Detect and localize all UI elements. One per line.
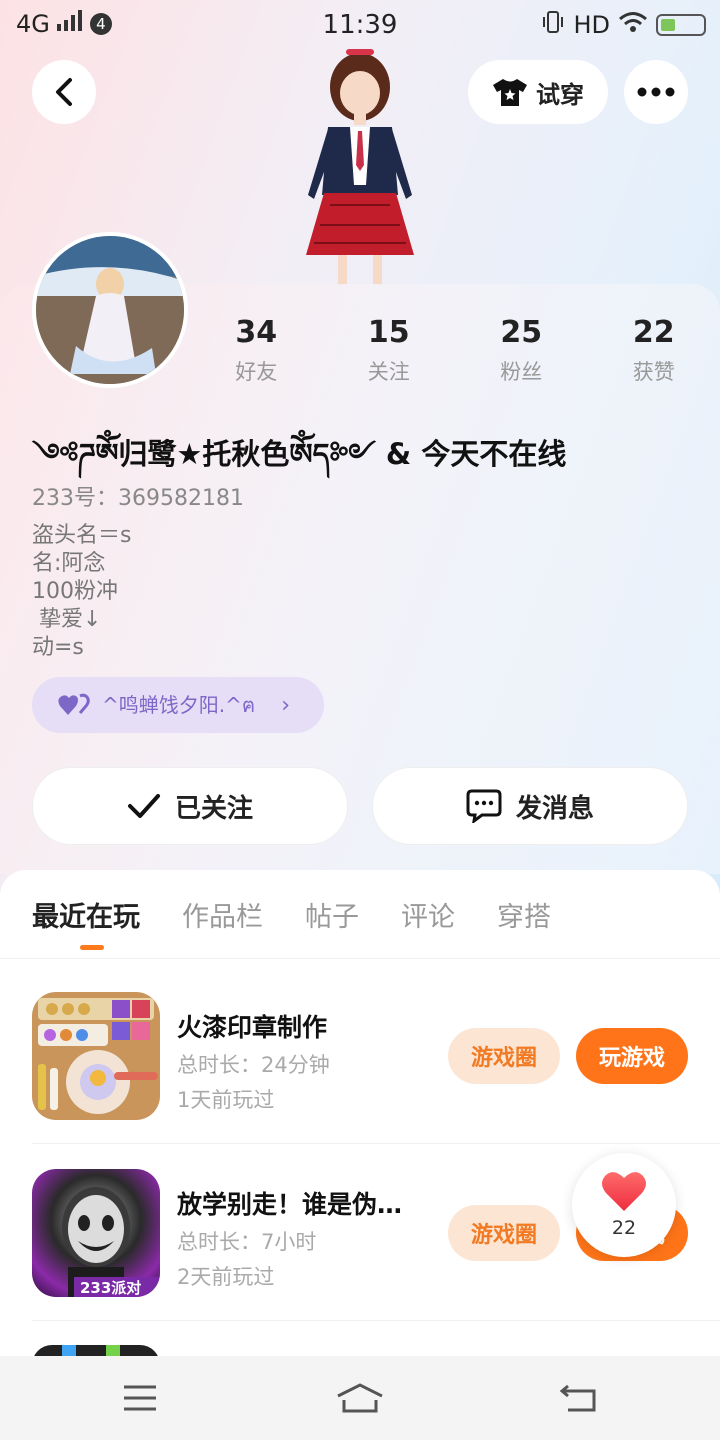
system-nav-bar [0,1356,720,1440]
tab-works[interactable]: 作品栏 [182,895,263,934]
stat-label: 关注 [367,360,410,384]
avatar[interactable] [32,232,188,388]
tabs-divider [0,958,720,959]
bio-line: 名:阿念 [32,551,106,576]
play-game-button[interactable]: 玩游戏 [576,1028,688,1084]
chat-bubble-icon [466,789,502,823]
wifi-icon [618,11,648,39]
home-icon [337,1383,383,1413]
try-on-label: 试穿 [536,80,584,109]
back-button[interactable] [32,60,96,124]
stat-label: 粉丝 [500,360,543,384]
message-label: 发消息 [515,793,594,824]
profile-uid: 233号：369582181 [32,486,244,511]
status-bar: 4G 4 11:39 HD [0,0,720,50]
stat-likes[interactable]: 22 获赞 [588,315,720,395]
game-last-played: 1天前玩过 [177,1088,275,1112]
follow-label: 已关注 [174,793,253,824]
game-circle-button[interactable]: 游戏圈 [448,1028,560,1084]
tab-posts[interactable]: 帖子 [305,895,359,934]
game-icon[interactable] [32,992,160,1120]
game-list-item[interactable]: 火漆印章制作 总时长：24分钟 1天前玩过 游戏圈 玩游戏 [32,972,720,1132]
message-button[interactable]: 发消息 [372,767,688,845]
nav-back-button[interactable] [556,1376,604,1420]
stat-fans[interactable]: 25 粉丝 [455,315,588,395]
chevron-right-icon: › [281,692,291,718]
stat-value: 15 [367,315,410,350]
game-duration: 总时长：24分钟 [177,1053,330,1077]
follow-button[interactable]: 已关注 [32,767,348,845]
game-circle-button[interactable]: 游戏圈 [448,1205,560,1261]
back-arrow-icon [560,1384,596,1412]
battery-icon [656,14,706,36]
stat-following[interactable]: 15 关注 [323,315,456,395]
like-float-button[interactable]: 22 [572,1153,676,1257]
bio-line: 100粉冲 [32,579,118,604]
nav-home-button[interactable] [336,1376,384,1420]
try-on-button[interactable]: 试穿 [468,60,608,124]
relationship-tag-label: ^鸣蝉饯夕阳.^ฅ [102,693,256,717]
tab-comments[interactable]: 评论 [401,895,455,934]
game-name: 火漆印章制作 [177,1013,328,1042]
vibrate-icon [541,10,565,40]
stat-value: 34 [235,315,278,350]
game-icon[interactable]: 233派对 [32,1169,160,1297]
like-count: 22 [611,1217,637,1239]
profile-tabs: 最近在玩 作品栏 帖子 评论 穿搭 [32,870,551,958]
game-last-played: 2天前玩过 [177,1265,275,1289]
stat-value: 22 [632,315,675,350]
bio-line: 盗头名＝s [32,523,132,548]
menu-icon [124,1385,156,1411]
chevron-left-icon [56,78,72,106]
profile-stats: 34 好友 15 关注 25 粉丝 22 获赞 [190,315,720,395]
stat-label: 好友 [235,360,278,384]
heart-icon [602,1172,646,1211]
tab-recently-played[interactable]: 最近在玩 [32,895,140,950]
stat-friends[interactable]: 34 好友 [190,315,323,395]
stat-value: 25 [500,315,543,350]
nav-menu-button[interactable] [116,1376,164,1420]
bio-line: 动=s [32,635,84,660]
more-dots-icon [637,87,675,97]
more-button[interactable] [624,60,688,124]
tab-outfits[interactable]: 穿搭 [497,895,551,934]
row-divider [32,1320,720,1321]
stat-label: 获赞 [632,360,675,384]
checkmark-icon [127,794,160,818]
tshirt-icon [493,79,527,106]
bio-line: 挚爱↓ [32,607,102,632]
game-duration: 总时长：7小时 [177,1230,317,1254]
avatar-character[interactable] [280,45,440,285]
paired-heart-icon [58,693,90,715]
status-right: HD [541,10,706,40]
game-icon-label: 233派对 [80,1279,142,1297]
profile-bio: 盗头名＝s 名:阿念 100粉冲 挚爱↓ 动=s [32,522,131,662]
relationship-tag[interactable]: ^鸣蝉饯夕阳.^ฅ › [32,677,324,733]
hd-label: HD [573,11,610,39]
row-divider [32,1143,720,1144]
game-name: 放学别走！谁是伪… [177,1190,403,1219]
